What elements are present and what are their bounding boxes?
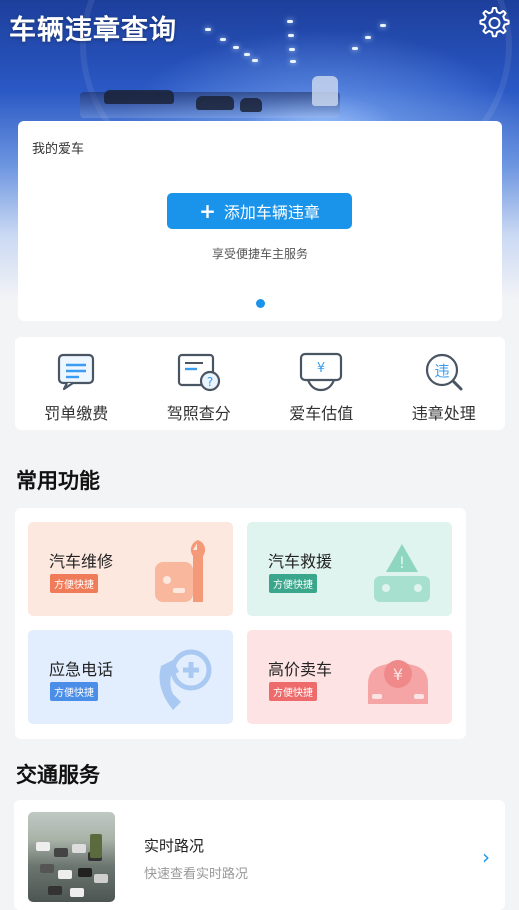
func-card-title: 汽车维修 bbox=[49, 552, 114, 571]
svg-text:!: ! bbox=[399, 553, 405, 572]
svg-text:¥: ¥ bbox=[317, 361, 325, 376]
func-card-title: 应急电话 bbox=[49, 660, 114, 679]
func-card-rescue[interactable]: 汽车救援 方便快捷 ! bbox=[247, 522, 452, 616]
service-subtitle: 享受便捷车主服务 bbox=[211, 247, 308, 261]
section-title-common: 常用功能 bbox=[16, 469, 100, 493]
section-title-traffic: 交通服务 bbox=[16, 763, 100, 787]
plus-icon: + bbox=[199, 199, 216, 223]
violation-search-icon: 违 bbox=[425, 353, 463, 391]
ticket-chat-icon bbox=[58, 353, 95, 391]
traffic-realtime-item[interactable]: 实时路况 快速查看实时路况 › bbox=[14, 800, 505, 910]
svg-text:¥: ¥ bbox=[393, 665, 403, 684]
func-card-badge: 方便快捷 bbox=[269, 682, 317, 701]
quick-item-label: 爱车估值 bbox=[289, 404, 354, 423]
car-shape bbox=[196, 96, 234, 110]
func-card-repair[interactable]: 汽车维修 方便快捷 bbox=[28, 522, 233, 616]
car-shape bbox=[104, 90, 174, 104]
func-card-badge: 方便快捷 bbox=[269, 574, 317, 593]
valuation-yuan-icon: ¥ bbox=[300, 352, 343, 392]
func-card-badge: 方便快捷 bbox=[50, 574, 98, 593]
my-car-card: 我的爱车 + 添加车辆违章 享受便捷车主服务 bbox=[18, 121, 502, 321]
license-check-icon: ? bbox=[177, 353, 220, 392]
quick-item-label: 违章处理 bbox=[411, 404, 476, 423]
rescue-warning-car-icon: ! bbox=[374, 544, 430, 602]
traffic-item-title: 实时路况 bbox=[144, 837, 205, 855]
traffic-thumbnail bbox=[28, 812, 115, 902]
quick-item-car-valuation[interactable]: ¥ 爱车估值 bbox=[260, 337, 383, 430]
truck-shape bbox=[312, 76, 338, 106]
func-card-sell-car[interactable]: 高价卖车 方便快捷 ¥ bbox=[247, 630, 452, 724]
emergency-phone-icon bbox=[159, 649, 212, 710]
quick-item-ticket-payment[interactable]: 罚单缴费 bbox=[15, 337, 138, 430]
page-title: 车辆违章查询 bbox=[9, 15, 177, 46]
add-vehicle-button[interactable]: + 添加车辆违章 bbox=[167, 193, 352, 229]
chevron-right-icon: › bbox=[482, 845, 490, 869]
quick-item-label: 罚单缴费 bbox=[44, 404, 109, 423]
func-card-emergency[interactable]: 应急电话 方便快捷 bbox=[28, 630, 233, 724]
func-card-badge: 方便快捷 bbox=[50, 682, 98, 701]
quick-item-license-points[interactable]: ? 驾照查分 bbox=[138, 337, 261, 430]
page-indicator-dot[interactable] bbox=[256, 299, 265, 308]
func-card-title: 高价卖车 bbox=[268, 660, 333, 679]
car-shape bbox=[240, 98, 262, 112]
my-car-label: 我的爱车 bbox=[32, 142, 85, 157]
common-functions-panel: 汽车维修 方便快捷 汽车救援 方便快捷 ! 应急电话 方便快捷 高价卖车 方便快… bbox=[15, 508, 466, 739]
gear-icon bbox=[479, 7, 510, 38]
svg-text:违: 违 bbox=[434, 362, 449, 380]
func-card-title: 汽车救援 bbox=[268, 552, 333, 571]
repair-wrench-car-icon bbox=[155, 540, 206, 602]
add-vehicle-label: 添加车辆违章 bbox=[223, 203, 320, 222]
quick-actions: 罚单缴费 ? 驾照查分 ¥ 爱车估值 违 违章处理 bbox=[15, 337, 505, 430]
quick-item-violation-handling[interactable]: 违 违章处理 bbox=[383, 337, 506, 430]
svg-text:?: ? bbox=[207, 375, 213, 389]
sell-car-yuan-icon: ¥ bbox=[368, 660, 428, 704]
settings-button[interactable] bbox=[474, 4, 512, 42]
traffic-item-subtitle: 快速查看实时路况 bbox=[144, 867, 249, 882]
quick-item-label: 驾照查分 bbox=[166, 404, 231, 423]
